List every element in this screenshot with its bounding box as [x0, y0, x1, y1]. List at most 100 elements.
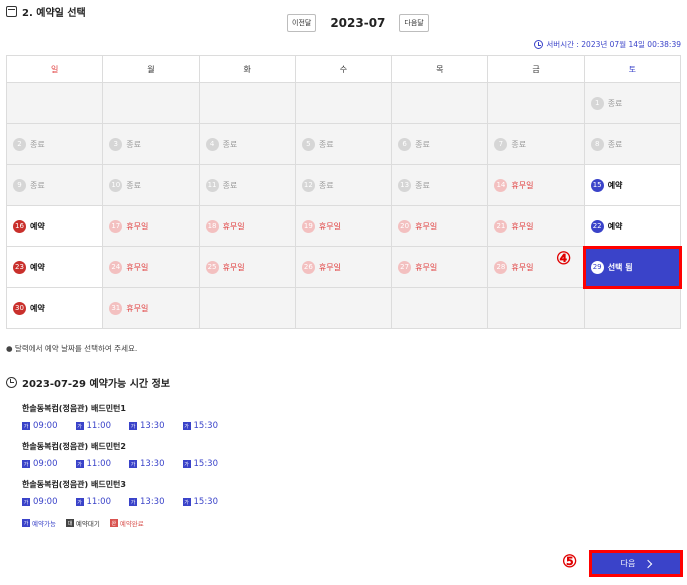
day-number: 25 — [205, 260, 219, 274]
available-badge-icon: 가 — [75, 498, 84, 506]
calendar-day-16[interactable]: 16 예약 — [5, 205, 104, 247]
available-badge-icon: 가 — [129, 422, 137, 430]
day-number: 30 — [13, 301, 26, 315]
available-badge-icon: 가 — [22, 498, 30, 506]
section-title: 2. 예약일 선택 — [22, 8, 86, 19]
day-status: 휴무일 — [511, 262, 534, 272]
time-slot[interactable]: 가 11:00 — [75, 421, 111, 431]
done-badge-icon: 완 — [109, 519, 118, 527]
calendar-grid: 일 월 화 수 목 금 토 1 종료 2 종료 3 종료 4 종료 5 종료 6 종료 7 종료 8 종료 9 종… — [5, 55, 682, 329]
prev-month-button[interactable]: 이전달 — [287, 14, 317, 32]
available-badge-icon: 가 — [22, 422, 30, 430]
day-status: 종료 — [318, 180, 334, 190]
available-badge-icon: 가 — [182, 460, 191, 468]
day-status: 휴무일 — [222, 262, 245, 272]
time-slot[interactable]: 가 15:30 — [182, 497, 219, 507]
slot-time: 15:30 — [193, 497, 219, 507]
calendar-day-15[interactable]: 15 예약 — [583, 164, 682, 206]
calendar-empty-cell — [487, 287, 585, 329]
calendar-empty-cell — [102, 82, 200, 124]
day-number: 29 — [590, 260, 604, 274]
legend: 가 예약가능 대 예약대기 완 예약완료 — [22, 518, 144, 528]
slot-time: 11:00 — [86, 459, 112, 469]
calendar-day-2: 2 종료 — [5, 123, 104, 165]
day-status: 종료 — [415, 139, 430, 149]
calendar-day-23[interactable]: 23 예약 — [5, 246, 104, 288]
day-status: 휴무일 — [126, 262, 149, 272]
day-number: 5 — [301, 137, 315, 151]
slot-time: 13:30 — [140, 459, 165, 469]
court-name: 한솔동복컴(정음관) 배드민턴3 — [22, 480, 126, 489]
next-month-button[interactable]: 다음달 — [399, 14, 429, 32]
time-slot[interactable]: 가 13:30 — [129, 497, 165, 507]
day-content: 9 종료 — [13, 178, 102, 192]
day-number: 14 — [494, 178, 508, 192]
weekday-thu: 목 — [391, 55, 489, 83]
day-number: 10 — [109, 178, 123, 192]
slot-time: 13:30 — [140, 421, 165, 431]
calendar-day-24: 24 휴무일 — [102, 246, 200, 288]
day-number: 11 — [205, 178, 219, 192]
day-content: 10 종료 — [109, 178, 198, 192]
calendar-week-row: 23 예약 24 휴무일 25 휴무일 26 휴무일 27 휴무일 28 휴무일 29 선택 됨 — [5, 245, 682, 289]
next-button[interactable]: 다음 — [589, 550, 683, 577]
slot-time: 15:30 — [193, 459, 219, 469]
day-status: 종료 — [607, 139, 623, 149]
court-block: 한솔동복컴(정음관) 배드민턴1 가 09:00 가 11:00 가 13:30 가 15:30 — [22, 403, 218, 431]
day-content: 24 휴무일 — [109, 260, 198, 274]
day-status: 예약 — [30, 303, 45, 313]
slot-time: 13:30 — [140, 497, 165, 507]
day-number: 22 — [590, 219, 604, 233]
time-slot[interactable]: 가 15:30 — [182, 421, 218, 431]
day-status: 휴무일 — [511, 221, 534, 231]
calendar-day-18: 18 휴무일 — [198, 205, 296, 247]
day-status: 종료 — [126, 180, 142, 190]
time-slot[interactable]: 가 09:00 — [22, 459, 58, 469]
day-status: 종료 — [607, 98, 623, 108]
day-number: 7 — [494, 137, 508, 151]
day-number: 18 — [205, 219, 219, 233]
legend-done-label: 예약완료 — [119, 520, 144, 528]
calendar-week-row: 2 종료 3 종료 4 종료 5 종료 6 종료 7 종료 8 종료 — [5, 123, 682, 165]
slot-time: 11:00 — [86, 497, 112, 507]
time-slot[interactable]: 가 09:00 — [22, 421, 58, 431]
day-content: 6 종료 — [398, 137, 487, 151]
day-content: 15 예약 — [590, 178, 680, 192]
time-slot[interactable]: 가 11:00 — [75, 497, 112, 507]
day-status: 휴무일 — [318, 221, 341, 231]
day-status: 종료 — [318, 139, 334, 149]
calendar-day-30[interactable]: 30 예약 — [5, 287, 104, 329]
legend-waiting: 대 예약대기 — [65, 518, 100, 528]
day-number: 9 — [13, 178, 26, 192]
day-content: 3 종료 — [109, 137, 198, 151]
available-badge-icon: 가 — [182, 422, 191, 430]
day-number: 2 — [13, 137, 26, 151]
day-status: 종료 — [126, 139, 142, 149]
weekday-sun: 일 — [5, 55, 104, 83]
calendar-day-29[interactable]: 29 선택 됨 — [583, 245, 682, 289]
day-content: 8 종료 — [590, 137, 680, 151]
calendar-empty-cell — [391, 287, 489, 329]
day-number: 6 — [398, 137, 412, 151]
day-status: 종료 — [511, 139, 527, 149]
day-number: 28 — [494, 260, 508, 274]
day-content: 30 예약 — [13, 301, 102, 315]
day-number: 17 — [109, 219, 123, 233]
calendar-empty-cell — [198, 82, 296, 124]
time-slot[interactable]: 가 15:30 — [182, 459, 219, 469]
calendar-empty-cell — [294, 287, 393, 329]
day-status: 휴무일 — [222, 221, 245, 231]
available-badge-icon: 가 — [129, 498, 137, 506]
slot-time: 09:00 — [33, 497, 58, 507]
time-slot[interactable]: 가 09:00 — [22, 497, 58, 507]
calendar-icon — [6, 6, 17, 17]
time-slot[interactable]: 가 11:00 — [75, 459, 112, 469]
slot-time: 09:00 — [33, 459, 58, 469]
slot-list: 가 09:00 가 11:00 가 13:30 가 15:30 — [22, 497, 218, 507]
time-slot[interactable]: 가 13:30 — [129, 421, 165, 431]
calendar-day-22[interactable]: 22 예약 — [583, 205, 682, 247]
time-slot[interactable]: 가 13:30 — [129, 459, 165, 469]
current-month: 2023-07 — [330, 16, 386, 30]
calendar-empty-cell — [5, 82, 104, 124]
day-content: 14 휴무일 — [494, 178, 583, 192]
